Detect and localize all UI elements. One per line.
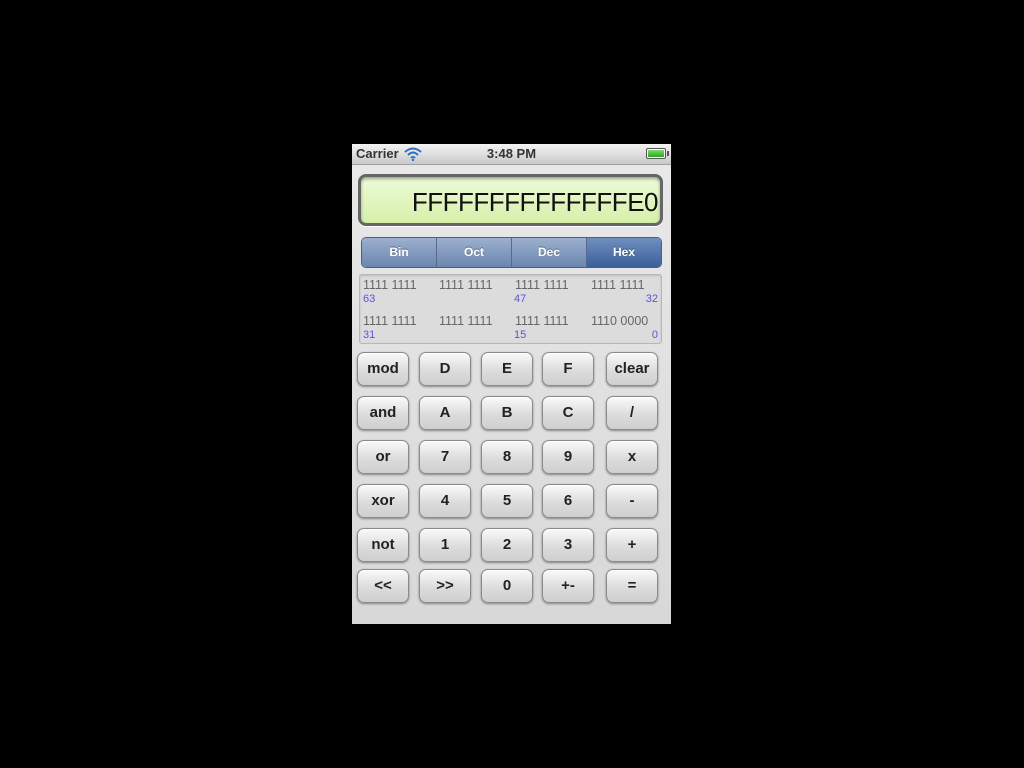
digit-a-button[interactable]: A xyxy=(419,396,471,430)
base-selector: Bin Oct Dec Hex xyxy=(361,237,662,268)
digit-3-button[interactable]: 3 xyxy=(542,528,594,562)
digit-8-button[interactable]: 8 xyxy=(481,440,533,474)
bit-group: 1110 0000 xyxy=(591,314,649,328)
bit-index-0: 0 xyxy=(651,329,658,341)
base-hex-segment[interactable]: Hex xyxy=(587,238,661,267)
calculator-screen: Carrier 3:48 PM FFFFFFFFFFFFFFE0 Bin Oct… xyxy=(352,144,671,624)
bit-group: 1111 1111 xyxy=(591,278,645,292)
bit-group: 1111 1111 xyxy=(439,278,493,292)
add-button[interactable]: + xyxy=(606,528,658,562)
bit-index-47: 47 xyxy=(514,293,527,305)
digit-9-button[interactable]: 9 xyxy=(542,440,594,474)
digit-c-button[interactable]: C xyxy=(542,396,594,430)
not-button[interactable]: not xyxy=(357,528,409,562)
equals-button[interactable]: = xyxy=(606,569,658,603)
digit-b-button[interactable]: B xyxy=(481,396,533,430)
battery-icon xyxy=(646,148,669,159)
bit-view-panel: 1111 1111 1111 1111 1111 1111 1111 1111 … xyxy=(359,274,662,344)
bit-index-15: 15 xyxy=(514,329,527,341)
bit-group: 1111 1111 xyxy=(363,314,417,328)
or-button[interactable]: or xyxy=(357,440,409,474)
bit-index-31: 31 xyxy=(363,329,376,341)
display-value: FFFFFFFFFFFFFFE0 xyxy=(411,187,659,217)
base-dec-segment[interactable]: Dec xyxy=(512,238,587,267)
bit-row-upper: 1111 1111 1111 1111 1111 1111 1111 1111 xyxy=(363,278,659,294)
status-time: 3:48 PM xyxy=(486,146,537,161)
bit-group: 1111 1111 xyxy=(363,278,417,292)
value-display: FFFFFFFFFFFFFFE0 xyxy=(358,174,663,226)
bit-index-32: 32 xyxy=(645,293,658,305)
negate-button[interactable]: +- xyxy=(542,569,594,603)
subtract-button[interactable]: - xyxy=(606,484,658,518)
digit-2-button[interactable]: 2 xyxy=(481,528,533,562)
digit-6-button[interactable]: 6 xyxy=(542,484,594,518)
digit-4-button[interactable]: 4 xyxy=(419,484,471,518)
xor-button[interactable]: xor xyxy=(357,484,409,518)
multiply-button[interactable]: x xyxy=(606,440,658,474)
bit-group: 1111 1111 xyxy=(439,314,493,328)
mod-button[interactable]: mod xyxy=(357,352,409,386)
bit-index-63: 63 xyxy=(363,293,376,305)
shift-left-button[interactable]: << xyxy=(357,569,409,603)
status-bar: Carrier 3:48 PM xyxy=(352,144,671,165)
digit-f-button[interactable]: F xyxy=(542,352,594,386)
digit-1-button[interactable]: 1 xyxy=(419,528,471,562)
and-button[interactable]: and xyxy=(357,396,409,430)
bit-group: 1111 1111 xyxy=(515,278,569,292)
clear-button[interactable]: clear xyxy=(606,352,658,386)
bit-row-lower: 1111 1111 1111 1111 1111 1111 1110 0000 xyxy=(363,314,659,330)
digit-d-button[interactable]: D xyxy=(419,352,471,386)
base-bin-segment[interactable]: Bin xyxy=(362,238,437,267)
shift-right-button[interactable]: >> xyxy=(419,569,471,603)
bit-group: 1111 1111 xyxy=(515,314,569,328)
base-oct-segment[interactable]: Oct xyxy=(437,238,512,267)
digit-7-button[interactable]: 7 xyxy=(419,440,471,474)
digit-e-button[interactable]: E xyxy=(481,352,533,386)
digit-5-button[interactable]: 5 xyxy=(481,484,533,518)
divide-button[interactable]: / xyxy=(606,396,658,430)
digit-0-button[interactable]: 0 xyxy=(481,569,533,603)
